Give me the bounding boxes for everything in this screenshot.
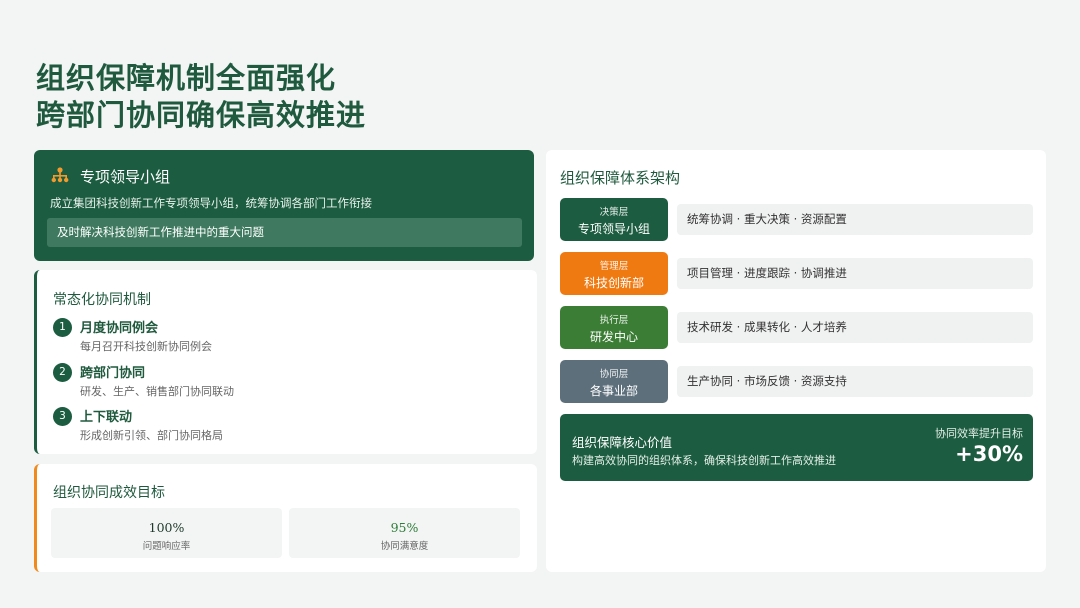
metric-label: 问题响应率	[142, 541, 191, 552]
leadership-description: 成立集团科技创新工作专项领导小组，统筹协调各部门工作衔接	[50, 196, 372, 210]
layer-level: 协同层	[599, 369, 629, 380]
layer-duties: 统筹协调 · 重大决策 · 资源配置	[677, 204, 1033, 235]
metric-satisfaction: 95% 协同满意度	[289, 508, 520, 558]
metric-value: 95%	[390, 520, 419, 535]
item-title: 上下联动	[80, 410, 133, 425]
layer-level: 执行层	[599, 315, 629, 326]
layer-level: 管理层	[599, 261, 629, 272]
goal-label: 协同效率提升目标	[935, 427, 1023, 440]
leadership-highlight: 及时解决科技创新工作推进中的重大问题	[47, 218, 522, 247]
layer-management: 管理层 科技创新部	[560, 252, 668, 295]
item-desc: 每月召开科技创新协同例会	[80, 340, 212, 353]
leadership-header: 专项领导小组	[50, 166, 170, 187]
metric-value: 100%	[148, 520, 185, 535]
item-desc: 形成创新引领、部门协同格局	[80, 429, 223, 442]
metric-response-rate: 100% 问题响应率	[51, 508, 282, 558]
goals-title: 组织协同成效目标	[53, 485, 165, 501]
architecture-card: 组织保障体系架构 决策层 专项领导小组 统筹协调 · 重大决策 · 资源配置 管…	[546, 150, 1046, 572]
layer-level: 决策层	[599, 207, 629, 218]
item-number-badge: 3	[53, 407, 72, 426]
core-value-banner: 组织保障核心价值 构建高效协同的组织体系，确保科技创新工作高效推进 协同效率提升…	[560, 414, 1033, 481]
item-number-badge: 2	[53, 363, 72, 382]
mechanism-card: 常态化协同机制 1 月度协同例会 每月召开科技创新协同例会 2 跨部门协同 研发…	[34, 270, 537, 454]
layer-collaboration: 协同层 各事业部	[560, 360, 668, 403]
goal-value: +30%	[955, 442, 1023, 466]
core-desc: 构建高效协同的组织体系，确保科技创新工作高效推进	[572, 454, 836, 467]
goals-card: 组织协同成效目标 100% 问题响应率 95% 协同满意度	[34, 464, 537, 572]
architecture-title: 组织保障体系架构	[560, 169, 681, 187]
layer-name: 研发中心	[589, 330, 638, 344]
layer-name: 专项领导小组	[577, 222, 650, 236]
title-line-1: 组织保障机制全面强化	[36, 61, 337, 95]
layer-execution: 执行层 研发中心	[560, 306, 668, 349]
item-desc: 研发、生产、销售部门协同联动	[80, 385, 234, 398]
mechanism-title: 常态化协同机制	[53, 292, 151, 308]
page-title: 组织保障机制全面强化 跨部门协同确保高效推进	[36, 60, 366, 134]
layer-name: 各事业部	[589, 384, 638, 398]
layer-decision: 决策层 专项领导小组	[560, 198, 668, 241]
core-title: 组织保障核心价值	[572, 435, 673, 450]
org-chart-icon	[50, 166, 70, 187]
metric-label: 协同满意度	[380, 541, 429, 552]
layer-duties: 生产协同 · 市场反馈 · 资源支持	[677, 366, 1033, 397]
leadership-title: 专项领导小组	[80, 168, 171, 186]
item-title: 月度协同例会	[80, 321, 159, 336]
layer-duties: 技术研发 · 成果转化 · 人才培养	[677, 312, 1033, 343]
title-line-2: 跨部门协同确保高效推进	[36, 98, 367, 132]
layer-name: 科技创新部	[583, 276, 644, 290]
layer-duties: 项目管理 · 进度跟踪 · 协调推进	[677, 258, 1033, 289]
item-title: 跨部门协同	[80, 366, 146, 381]
leadership-card: 专项领导小组 成立集团科技创新工作专项领导小组，统筹协调各部门工作衔接 及时解决…	[34, 150, 534, 261]
item-number-badge: 1	[53, 318, 72, 337]
